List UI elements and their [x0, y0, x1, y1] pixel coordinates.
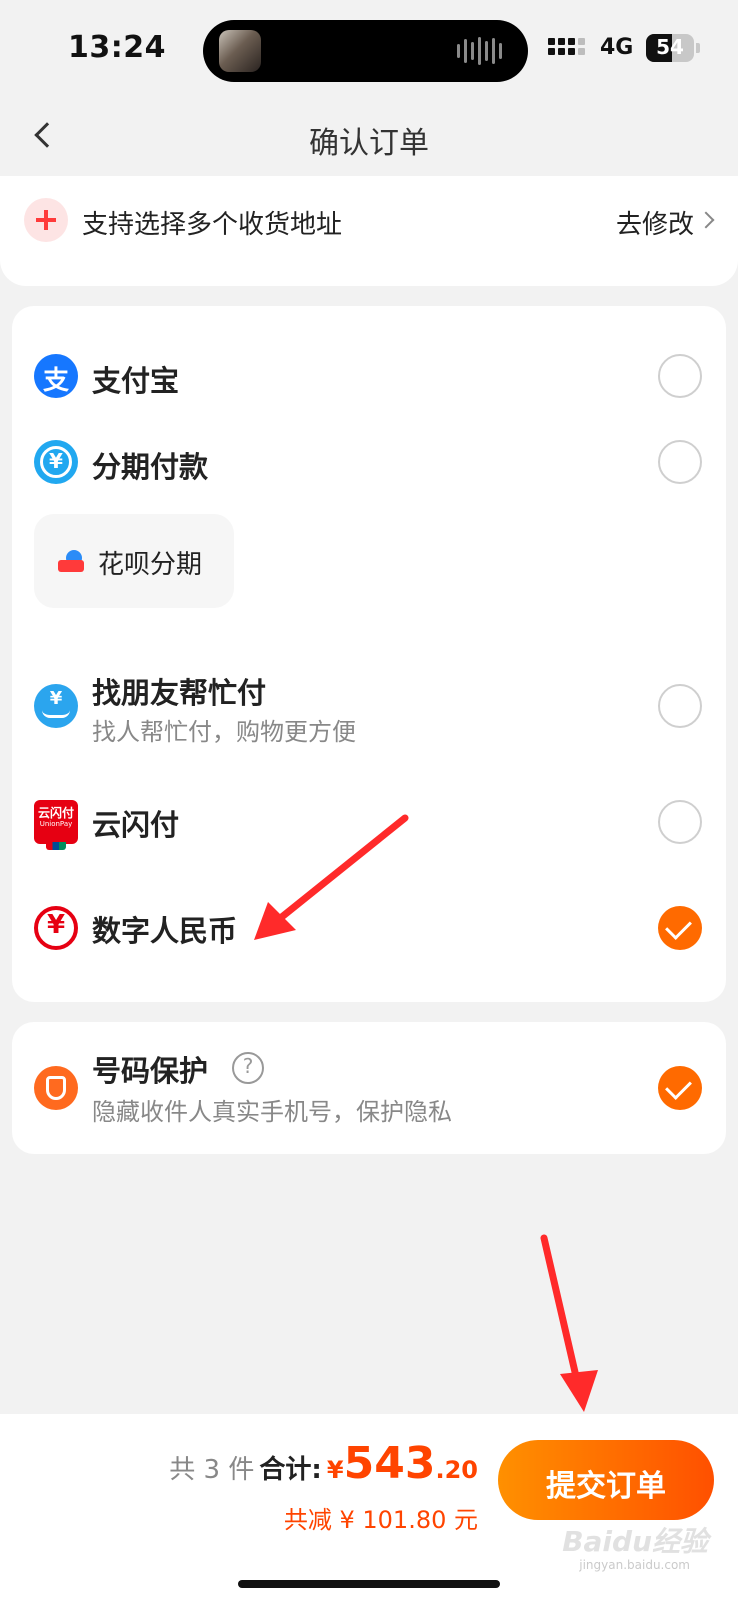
discount-text: 共减 ¥ 101.80 元	[283, 1506, 478, 1534]
item-count: 共 3 件	[169, 1455, 255, 1485]
checkout-bar: 共 3 件 合计: ¥543.20 共减 ¥ 101.80 元 提交订单	[0, 1414, 738, 1600]
total-integer: 543	[343, 1438, 436, 1489]
currency-symbol: ¥	[326, 1456, 344, 1484]
annotation-arrow-submit	[540, 1234, 598, 1412]
annotation-arrow-ecny	[254, 814, 409, 940]
home-indicator[interactable]	[238, 1580, 500, 1588]
total-label: 合计:	[259, 1455, 322, 1485]
submit-order-button[interactable]: 提交订单	[498, 1440, 714, 1520]
watermark-url: jingyan.baidu.com	[579, 1558, 690, 1572]
order-total: 共 3 件 合计: ¥543.20	[169, 1438, 478, 1489]
watermark-logo: Baidu经验	[562, 1525, 708, 1558]
annotation-arrows	[254, 814, 598, 1412]
submit-label: 提交订单	[546, 1469, 666, 1504]
total-decimal: .20	[435, 1456, 478, 1484]
